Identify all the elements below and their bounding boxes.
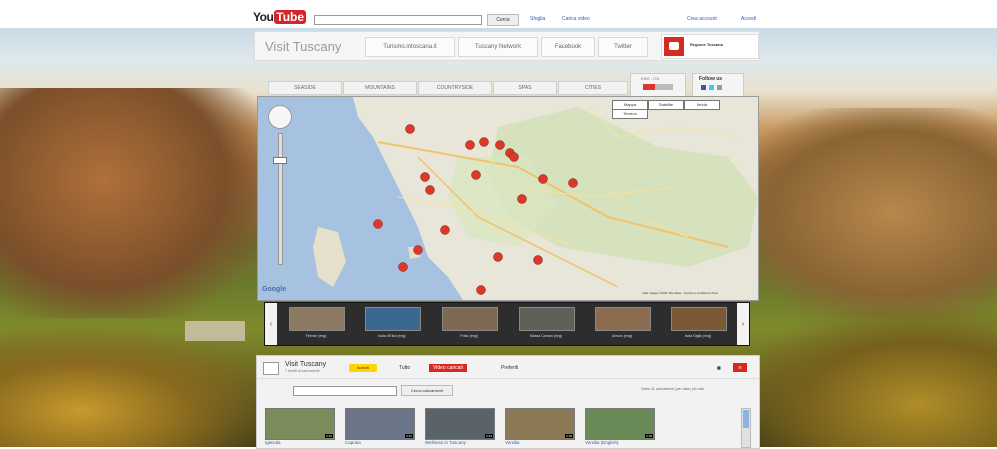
tab-seaside[interactable]: SEASIDE [268,81,342,95]
video-duration: 3:10 [405,434,413,438]
uploads-stats: Video 41 caricamenti | per data | più vi… [641,387,704,391]
left-hill [0,88,260,318]
pan-control[interactable] [268,105,292,129]
logo-you: You [253,10,274,24]
subscribe-button[interactable]: Iscriviti [349,364,377,372]
link-twitter[interactable]: Twitter [598,37,648,57]
video-title[interactable]: Versilia [505,440,520,445]
panel-scrollbar[interactable] [741,408,751,448]
language-toggle[interactable] [643,84,673,90]
maptype-satellite[interactable]: Satellite [648,100,684,110]
browse-link[interactable]: Sfoglia [530,16,545,22]
video-thumb[interactable]: 3:10 [345,408,415,440]
zoom-slider[interactable] [278,133,283,265]
carousel-thumb[interactable] [519,307,575,331]
carousel-caption[interactable]: Prato (eng) [442,334,496,338]
channel-header: Visit Tuscany Turismo.intoscana.it Tusca… [254,31,760,61]
sign-in-link[interactable]: Accedi [741,16,756,22]
google-map[interactable]: Mappa Satellite Ibrida Terreno Google Da… [257,96,759,301]
uploads-search-button[interactable]: Cerca caricamenti [401,385,453,396]
trees-left [0,327,270,447]
channel-avatar[interactable] [263,362,279,375]
follow-label: Follow us [699,76,723,82]
channel-videos-panel: Visit Tuscany 7 iscritti ai caricamenti … [256,355,760,449]
right-hill [737,108,997,318]
video-duration: 2:28 [565,434,573,438]
zoom-handle[interactable] [273,157,287,164]
youtube-topbar: You Tube Cerca Sfoglia Carica video Crea… [0,0,997,28]
tab-spas[interactable]: SPAS [493,81,557,95]
video-thumb[interactable]: 2:28 [585,408,655,440]
carousel-thumb[interactable] [289,307,345,331]
upload-link[interactable]: Carica video [562,16,590,22]
link-tuscany-network[interactable]: Tuscany Network [458,37,538,57]
video-thumb[interactable]: 3:34 [425,408,495,440]
video-title[interactable]: Capraia [345,440,361,445]
carousel-next-button[interactable]: › [737,303,749,345]
carousel-thumb[interactable] [595,307,651,331]
video-thumb[interactable]: 2:45 [265,408,335,440]
tab-favorites[interactable]: Preferiti [501,364,518,372]
channel-title: Visit Tuscany [265,39,342,54]
rss-icon[interactable] [717,85,722,90]
carousel-thumb[interactable] [671,307,727,331]
video-duration: 3:34 [485,434,493,438]
twitter-icon[interactable] [709,85,714,90]
panel-channel-title[interactable]: Visit Tuscany [285,361,326,368]
logo-tube: Tube [274,10,307,24]
tab-mountains[interactable]: MOUNTAINS [343,81,417,95]
carousel-caption[interactable]: Massa Carrara (eng) [519,334,573,338]
carousel-caption[interactable]: Isola d'Elba (eng) [365,334,419,338]
villa [185,321,245,341]
maptype-hybrid[interactable]: Ibrida [684,100,720,110]
video-title[interactable]: Versilia (English) [585,440,619,445]
carousel-prev-button[interactable]: ‹ [265,303,277,345]
tab-countryside[interactable]: COUNTRYSIDE [418,81,492,95]
map-credit: Dati mappa ©2011 Tele Atlas - Termini e … [642,291,718,295]
panel-subscriber-count: 7 iscritti ai caricamenti [285,369,320,373]
layout-list-icon[interactable]: ☰ [733,363,747,372]
layout-grid-icon[interactable]: ▦ [717,365,727,371]
tab-all[interactable]: Tutto [399,364,410,372]
google-logo: Google [262,286,287,293]
carousel-thumb[interactable] [442,307,498,331]
divider [257,378,759,379]
trees-right [737,307,997,447]
search-input[interactable] [314,15,482,25]
map-canvas [313,97,758,300]
regione-toscana-logo[interactable]: Regione Toscana [661,34,759,59]
search-button[interactable]: Cerca [487,14,519,26]
facebook-icon[interactable] [701,85,706,90]
video-thumb[interactable]: 2:28 [505,408,575,440]
maptype-terrain[interactable]: Terreno [612,109,648,119]
language-switch[interactable]: ENG - ITA [630,73,686,97]
link-facebook[interactable]: Facebook [541,37,595,57]
video-duration: 2:45 [325,434,333,438]
video-title[interactable]: Igiesola [265,440,281,445]
regione-seal-icon [664,37,684,56]
create-account-link[interactable]: Crea account [687,16,717,22]
tab-uploads[interactable]: Video caricati [429,364,467,372]
tab-cities[interactable]: CITIES [558,81,628,95]
language-label: ENG - ITA [641,76,660,81]
regione-logo-text: Regione Toscana [690,42,723,47]
video-duration: 2:28 [645,434,653,438]
follow-us-box: Follow us [692,73,744,97]
carousel-caption[interactable]: Arezzo (eng) [595,334,649,338]
carousel-thumb[interactable] [365,307,421,331]
video-carousel: ‹ › Firenze (eng) Isola d'Elba (eng) Pra… [264,302,750,346]
video-title[interactable]: Wellness in Tuscany [425,440,466,445]
uploads-search-input[interactable] [293,386,397,396]
carousel-caption[interactable]: Isola Giglio (eng) [671,334,725,338]
carousel-caption[interactable]: Firenze (eng) [289,334,343,338]
scrollbar-thumb[interactable] [743,410,749,428]
link-turismo[interactable]: Turismo.intoscana.it [365,37,455,57]
youtube-logo[interactable]: You Tube [253,10,307,24]
